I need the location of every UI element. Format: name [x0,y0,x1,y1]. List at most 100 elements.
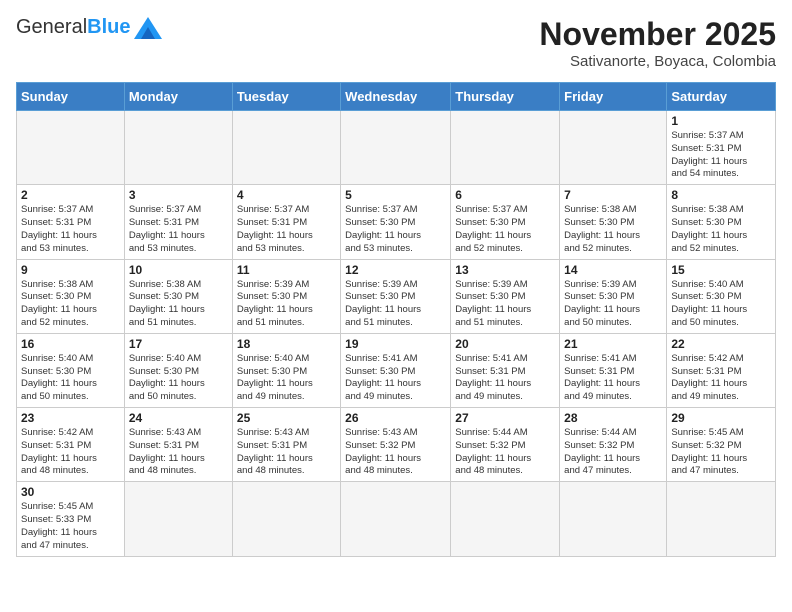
table-row: 8 Sunrise: 5:38 AM Sunset: 5:30 PM Daylig… [667,185,776,259]
calendar-week-row: 23 Sunrise: 5:42 AM Sunset: 5:31 PM Dayli… [17,408,776,482]
day-number: 7 [564,188,662,202]
day-number: 22 [671,337,771,351]
day-number: 30 [21,485,120,499]
day-info: Sunrise: 5:44 AM Sunset: 5:32 PM Dayligh… [455,427,555,478]
header-monday: Monday [124,83,232,111]
day-number: 9 [21,263,120,277]
month-year-title: November 2025 [539,16,776,53]
calendar-table: Sunday Monday Tuesday Wednesday Thursday… [16,82,776,557]
day-info: Sunrise: 5:42 AM Sunset: 5:31 PM Dayligh… [671,353,771,404]
day-info: Sunrise: 5:40 AM Sunset: 5:30 PM Dayligh… [671,279,771,330]
table-row: 10Sunrise: 5:38 AM Sunset: 5:30 PM Dayli… [124,259,232,333]
table-row: 4Sunrise: 5:37 AM Sunset: 5:31 PM Daylig… [232,185,340,259]
table-row: 3 Sunrise: 5:37 AM Sunset: 5:31 PM Daylig… [124,185,232,259]
day-info: Sunrise: 5:42 AM Sunset: 5:31 PM Dayligh… [21,427,120,478]
page-header: General Blue November 2025 Sativanorte, … [16,16,776,70]
day-number: 11 [237,263,336,277]
day-number: 19 [345,337,446,351]
day-info: Sunrise: 5:41 AM Sunset: 5:31 PM Dayligh… [564,353,662,404]
day-info: Sunrise: 5:41 AM Sunset: 5:31 PM Dayligh… [455,353,555,404]
day-info: Sunrise: 5:37 AM Sunset: 5:30 PM Dayligh… [345,204,446,255]
day-number: 23 [21,411,120,425]
logo-general-text: General [16,16,87,39]
table-row: 11Sunrise: 5:39 AM Sunset: 5:30 PM Dayli… [232,259,340,333]
day-number: 24 [129,411,228,425]
table-row: 2Sunrise: 5:37 AM Sunset: 5:31 PM Daylig… [17,185,125,259]
table-row [232,111,340,185]
day-info: Sunrise: 5:45 AM Sunset: 5:33 PM Dayligh… [21,501,120,552]
header-sunday: Sunday [17,83,125,111]
table-row [124,111,232,185]
table-row [341,111,451,185]
day-number: 14 [564,263,662,277]
day-number: 5 [345,188,446,202]
day-info: Sunrise: 5:40 AM Sunset: 5:30 PM Dayligh… [21,353,120,404]
header-thursday: Thursday [451,83,560,111]
table-row [341,482,451,556]
day-number: 17 [129,337,228,351]
day-number: 8 [671,188,771,202]
day-info: Sunrise: 5:44 AM Sunset: 5:32 PM Dayligh… [564,427,662,478]
table-row: 19 Sunrise: 5:41 AM Sunset: 5:30 PM Dayli… [341,333,451,407]
day-info: Sunrise: 5:38 AM Sunset: 5:30 PM Dayligh… [21,279,120,330]
table-row: 23 Sunrise: 5:42 AM Sunset: 5:31 PM Dayli… [17,408,125,482]
calendar-week-row: 16 Sunrise: 5:40 AM Sunset: 5:30 PM Dayli… [17,333,776,407]
header-wednesday: Wednesday [341,83,451,111]
table-row [17,111,125,185]
table-row: 22 Sunrise: 5:42 AM Sunset: 5:31 PM Dayli… [667,333,776,407]
day-number: 29 [671,411,771,425]
day-number: 28 [564,411,662,425]
table-row [560,482,667,556]
table-row: 28 Sunrise: 5:44 AM Sunset: 5:32 PM Dayli… [560,408,667,482]
day-number: 1 [671,114,771,128]
table-row: 24Sunrise: 5:43 AM Sunset: 5:31 PM Dayli… [124,408,232,482]
table-row: 26 Sunrise: 5:43 AM Sunset: 5:32 PM Dayli… [341,408,451,482]
table-row: 15 Sunrise: 5:40 AM Sunset: 5:30 PM Dayli… [667,259,776,333]
table-row [232,482,340,556]
day-number: 27 [455,411,555,425]
table-row: 13 Sunrise: 5:39 AM Sunset: 5:30 PM Dayli… [451,259,560,333]
table-row: 20 Sunrise: 5:41 AM Sunset: 5:31 PM Dayli… [451,333,560,407]
table-row [451,111,560,185]
day-number: 3 [129,188,228,202]
table-row: 27 Sunrise: 5:44 AM Sunset: 5:32 PM Dayli… [451,408,560,482]
table-row: 7Sunrise: 5:38 AM Sunset: 5:30 PM Daylig… [560,185,667,259]
table-row: 21Sunrise: 5:41 AM Sunset: 5:31 PM Dayli… [560,333,667,407]
header-friday: Friday [560,83,667,111]
day-number: 4 [237,188,336,202]
header-tuesday: Tuesday [232,83,340,111]
day-info: Sunrise: 5:40 AM Sunset: 5:30 PM Dayligh… [129,353,228,404]
location-subtitle: Sativanorte, Boyaca, Colombia [539,53,776,70]
table-row: 29Sunrise: 5:45 AM Sunset: 5:32 PM Dayli… [667,408,776,482]
day-info: Sunrise: 5:40 AM Sunset: 5:30 PM Dayligh… [237,353,336,404]
logo-icon [134,17,162,39]
day-number: 6 [455,188,555,202]
day-info: Sunrise: 5:37 AM Sunset: 5:31 PM Dayligh… [129,204,228,255]
calendar-week-row: 30 Sunrise: 5:45 AM Sunset: 5:33 PM Dayli… [17,482,776,556]
day-info: Sunrise: 5:39 AM Sunset: 5:30 PM Dayligh… [455,279,555,330]
day-number: 2 [21,188,120,202]
day-number: 26 [345,411,446,425]
day-number: 13 [455,263,555,277]
day-info: Sunrise: 5:43 AM Sunset: 5:32 PM Dayligh… [345,427,446,478]
day-info: Sunrise: 5:37 AM Sunset: 5:31 PM Dayligh… [671,130,771,181]
day-number: 10 [129,263,228,277]
day-info: Sunrise: 5:39 AM Sunset: 5:30 PM Dayligh… [345,279,446,330]
day-info: Sunrise: 5:37 AM Sunset: 5:30 PM Dayligh… [455,204,555,255]
day-number: 16 [21,337,120,351]
day-number: 15 [671,263,771,277]
table-row: 14Sunrise: 5:39 AM Sunset: 5:30 PM Dayli… [560,259,667,333]
day-info: Sunrise: 5:41 AM Sunset: 5:30 PM Dayligh… [345,353,446,404]
table-row: 17 Sunrise: 5:40 AM Sunset: 5:30 PM Dayli… [124,333,232,407]
table-row: 16 Sunrise: 5:40 AM Sunset: 5:30 PM Dayli… [17,333,125,407]
day-number: 18 [237,337,336,351]
logo-blue-text: Blue [87,16,130,39]
title-area: November 2025 Sativanorte, Boyaca, Colom… [539,16,776,70]
table-row [451,482,560,556]
day-info: Sunrise: 5:38 AM Sunset: 5:30 PM Dayligh… [671,204,771,255]
table-row: 12Sunrise: 5:39 AM Sunset: 5:30 PM Dayli… [341,259,451,333]
day-number: 20 [455,337,555,351]
table-row: 30 Sunrise: 5:45 AM Sunset: 5:33 PM Dayli… [17,482,125,556]
logo: General Blue [16,16,162,39]
table-row: 9 Sunrise: 5:38 AM Sunset: 5:30 PM Daylig… [17,259,125,333]
